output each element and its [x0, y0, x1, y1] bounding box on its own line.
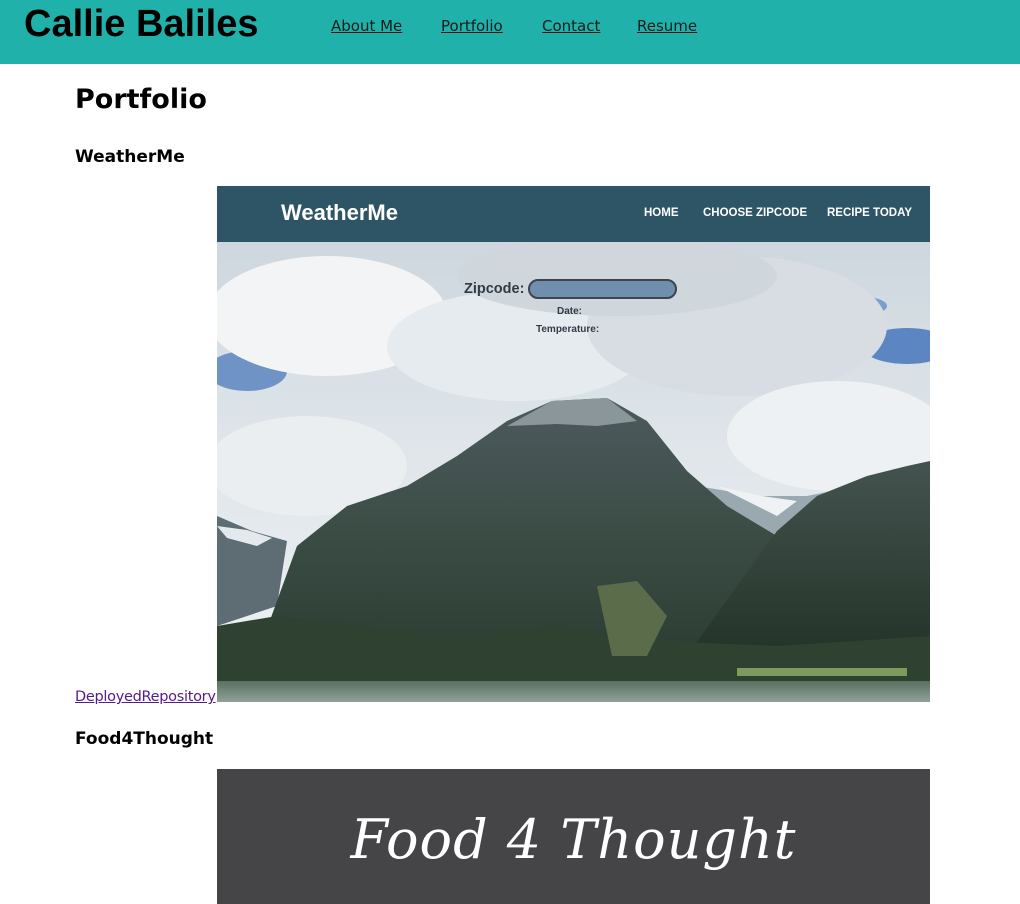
weatherme-zipcode-input [528, 279, 677, 299]
food4thought-logo: Food 4 Thought [350, 808, 797, 871]
weatherme-landscape-image [217, 186, 930, 702]
weatherme-navbar: WeatherMe HOME CHOOSE ZIPCODE RECIPE TOD… [217, 186, 930, 242]
weatherme-screenshot[interactable]: WeatherMe HOME CHOOSE ZIPCODE RECIPE TOD… [217, 186, 930, 702]
weatherme-nav-choose-zipcode: CHOOSE ZIPCODE [703, 207, 808, 219]
weatherme-date-label: Date: [557, 306, 583, 317]
nav-link-contact[interactable]: Contact [542, 15, 600, 37]
deployed-link[interactable]: Deployed [75, 689, 142, 705]
weatherme-nav-home: HOME [644, 207, 679, 219]
project-title-food4thought: Food4Thought [75, 729, 214, 749]
weatherme-temperature-label: Temperature: [536, 324, 600, 335]
nav-link-portfolio[interactable]: Portfolio [441, 15, 503, 37]
weatherme-zipcode-label: Zipcode: [464, 281, 525, 297]
nav-link-about-me[interactable]: About Me [331, 15, 402, 37]
site-header: Callie Baliles About Me Portfolio Contac… [0, 0, 1020, 64]
weatherme-links: DeployedRepository [75, 686, 216, 708]
weatherme-nav-recipe-today: RECIPE TODAY [827, 207, 912, 219]
food4thought-screenshot[interactable]: Food 4 Thought [217, 769, 930, 904]
site-title: Callie Baliles [24, 3, 259, 45]
project-title-weatherme: WeatherMe [75, 147, 185, 167]
page-title: Portfolio [75, 84, 207, 115]
nav-link-resume[interactable]: Resume [637, 15, 697, 37]
weatherme-brand: WeatherMe [281, 200, 398, 225]
repository-link[interactable]: Repository [142, 689, 216, 705]
